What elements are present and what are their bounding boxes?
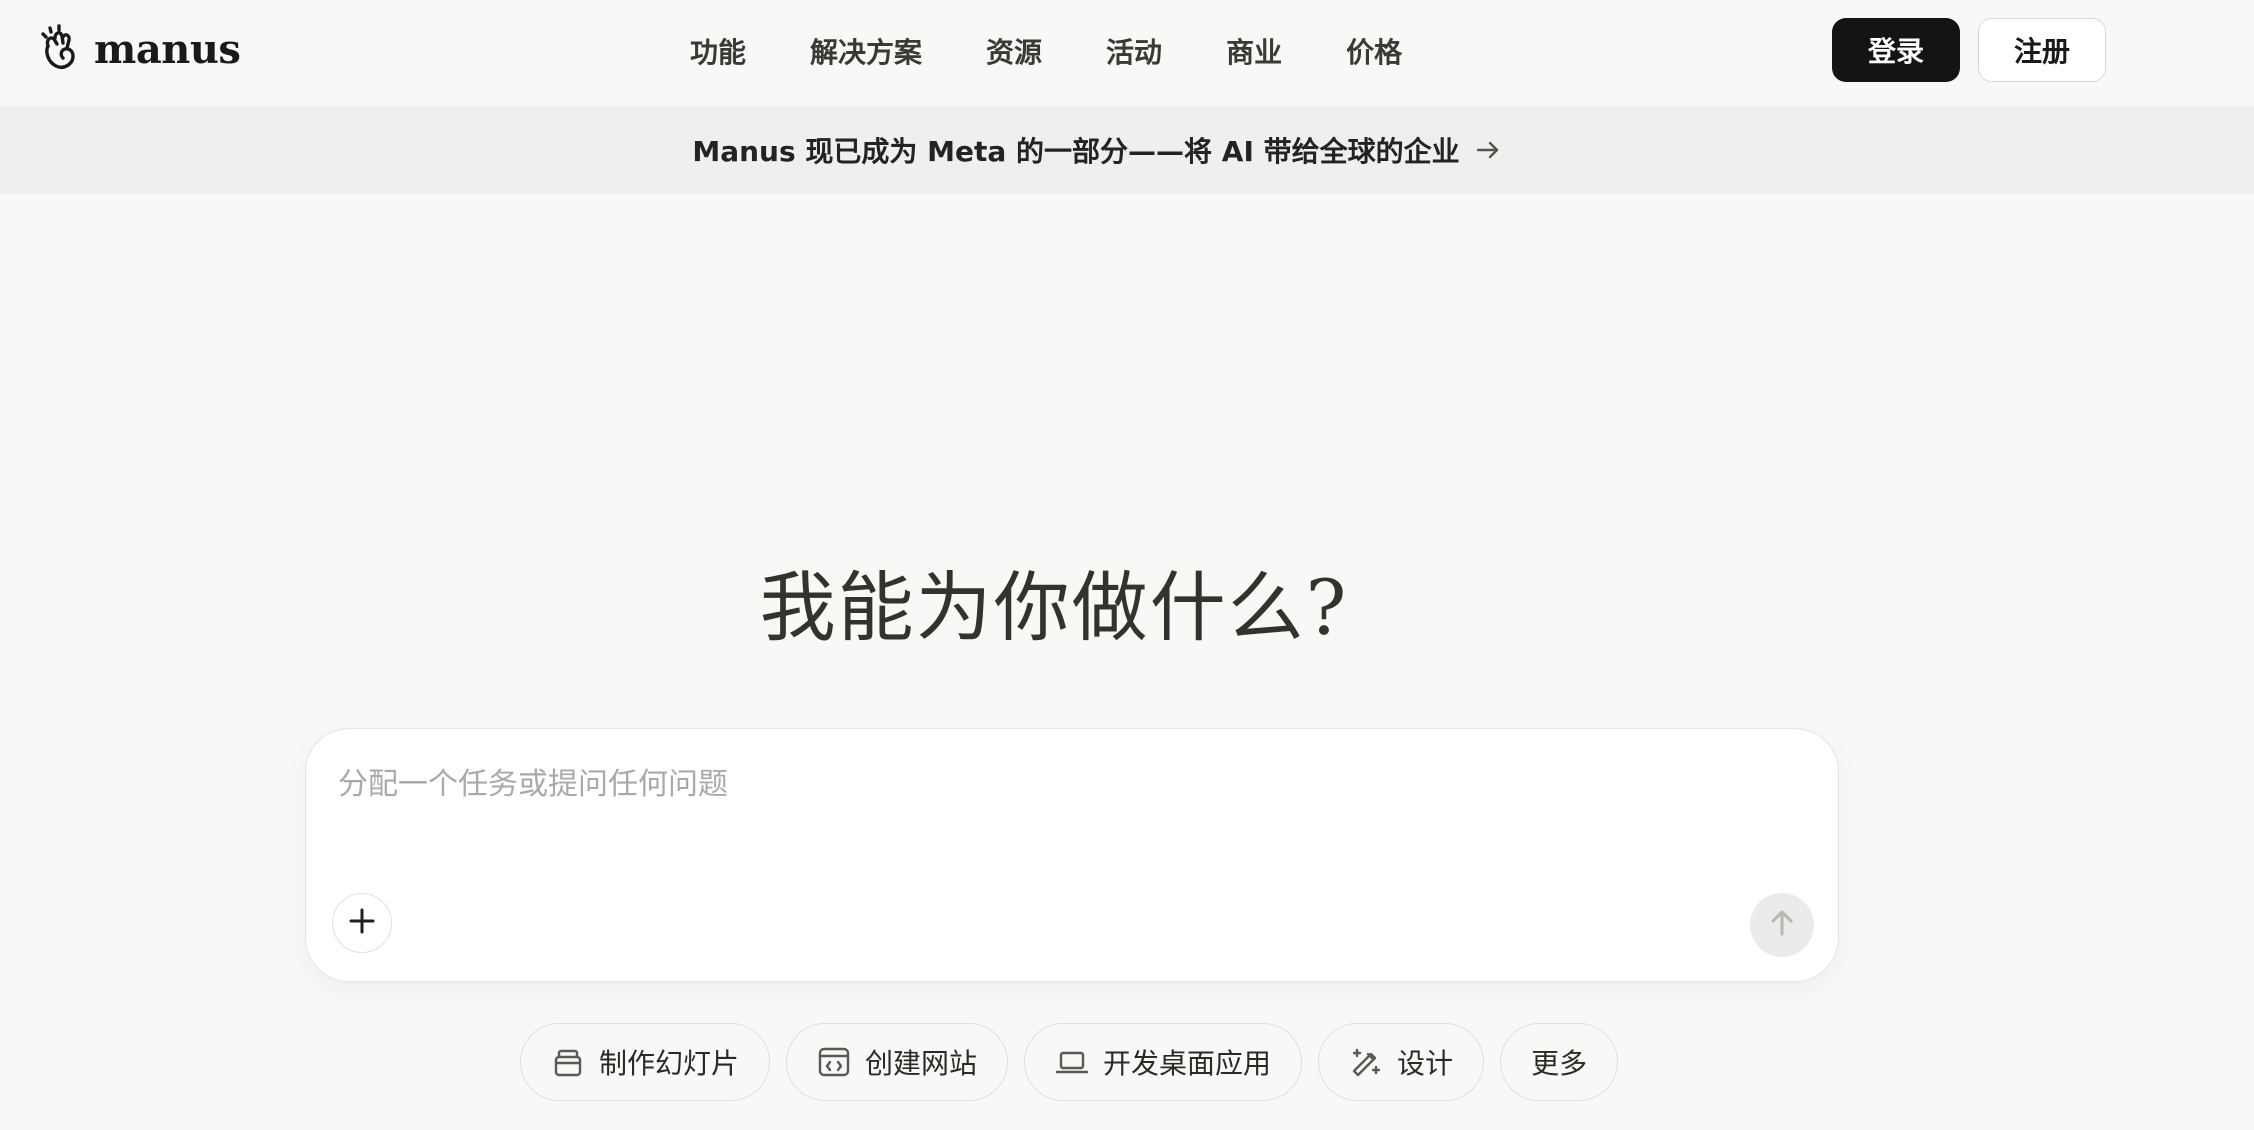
nav-item-events[interactable]: 活动 — [1106, 31, 1162, 71]
brand-logo[interactable]: manus — [40, 22, 241, 76]
chip-label: 创建网站 — [865, 1047, 978, 1080]
chip-make-slides[interactable]: 制作幻灯片 — [520, 1023, 771, 1101]
signup-button[interactable]: 注册 — [1978, 18, 2106, 82]
magic-pen-icon — [1349, 1045, 1383, 1079]
attach-button[interactable] — [332, 893, 392, 953]
manus-hand-icon — [40, 24, 80, 74]
send-button[interactable] — [1750, 893, 1814, 957]
nav-item-features[interactable]: 功能 — [690, 31, 746, 71]
laptop-icon — [1055, 1045, 1089, 1079]
hero-title: 我能为你做什么? — [759, 563, 1349, 652]
announcement-banner[interactable]: Manus 现已成为 Meta 的一部分——将 AI 带给全球的企业 — [0, 106, 2254, 194]
quick-actions: 制作幻灯片 创建网站 开发桌面应用 设计 更多 — [520, 1023, 1619, 1103]
brand-name: manus — [94, 25, 241, 73]
plus-icon — [347, 906, 377, 940]
nav-item-pricing[interactable]: 价格 — [1346, 31, 1402, 71]
chip-design[interactable]: 设计 — [1318, 1023, 1485, 1101]
arrow-right-icon — [1474, 136, 1502, 164]
nav-item-business[interactable]: 商业 — [1226, 31, 1282, 71]
chip-label: 设计 — [1397, 1047, 1454, 1080]
banner-text: Manus 现已成为 Meta 的一部分——将 AI 带给全球的企业 — [692, 135, 1460, 168]
main-nav: 功能 解决方案 资源 活动 商业 价格 — [690, 26, 1402, 76]
task-input[interactable] — [338, 759, 1798, 879]
chip-desktop-app[interactable]: 开发桌面应用 — [1024, 1023, 1303, 1101]
nav-item-resources[interactable]: 资源 — [986, 31, 1042, 71]
arrow-up-icon — [1767, 908, 1797, 942]
chip-label: 更多 — [1531, 1047, 1588, 1080]
slides-icon — [551, 1045, 585, 1079]
nav-item-solutions[interactable]: 解决方案 — [810, 31, 922, 71]
chip-label: 制作幻灯片 — [599, 1047, 740, 1080]
chip-create-website[interactable]: 创建网站 — [786, 1023, 1009, 1101]
top-header: manus 功能 解决方案 资源 活动 商业 价格 登录 注册 — [0, 0, 2254, 106]
code-window-icon — [817, 1045, 851, 1079]
chip-label: 开发桌面应用 — [1103, 1047, 1272, 1080]
task-composer — [305, 728, 1839, 982]
chip-more[interactable]: 更多 — [1500, 1023, 1619, 1101]
login-button[interactable]: 登录 — [1832, 18, 1960, 82]
